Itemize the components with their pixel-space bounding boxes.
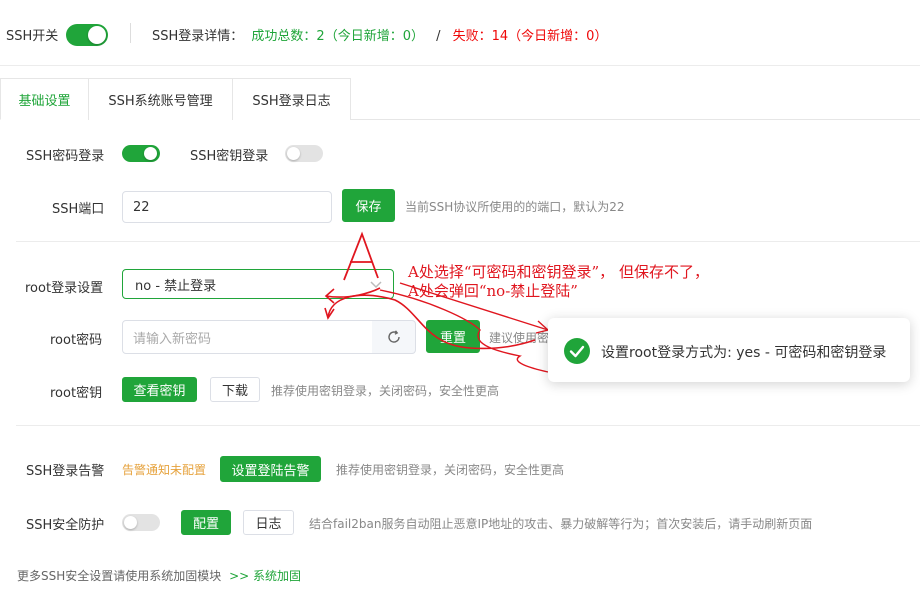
root-password-label: root密码 <box>50 333 103 348</box>
protect-config-button[interactable]: 配置 <box>181 510 231 535</box>
footer-arrow: >> <box>229 569 250 583</box>
tab-underline <box>350 119 920 120</box>
tab-basic-settings[interactable]: 基础设置 <box>0 78 89 120</box>
security-protect-toggle[interactable] <box>122 514 160 531</box>
save-port-button[interactable]: 保存 <box>342 189 395 222</box>
toast-message: 设置root登录方式为: yes - 可密码和密钥登录 <box>601 345 887 361</box>
detail-label: SSH登录详情： <box>152 29 244 44</box>
ssh-status-bar: SSH开关 SSH登录详情： 成功总数：2（今日新增：0） / 失败：14（今日… <box>0 0 920 66</box>
root-password-input[interactable]: 请输入新密码 <box>122 320 373 354</box>
success-count: 成功总数：2（今日新增：0） <box>251 29 424 44</box>
reset-password-button[interactable]: 重置 <box>426 320 480 353</box>
root-key-label: root密钥 <box>50 386 103 401</box>
ssh-login-detail: SSH登录详情： 成功总数：2（今日新增：0） / 失败：14（今日新增：0） <box>152 25 607 44</box>
alert-hint: 推荐使用密钥登录，关闭密码，安全性更高 <box>336 463 565 477</box>
login-alert-label: SSH登录告警 <box>26 464 105 479</box>
set-login-alert-button[interactable]: 设置登陆告警 <box>220 456 321 482</box>
view-key-button[interactable]: 查看密钥 <box>122 377 197 402</box>
annotation-line-1: A处选择“可密码和密钥登录”， 但保存不了， <box>408 263 709 281</box>
protect-hint: 结合fail2ban服务自动阻止恶意IP地址的攻击、暴力破解等行为；首次安装后，… <box>309 517 813 531</box>
protect-log-button[interactable]: 日志 <box>243 510 294 535</box>
tab-ssh-login-log[interactable]: SSH登录日志 <box>232 78 351 120</box>
key-login-label: SSH密钥登录 <box>190 149 269 164</box>
section-divider <box>16 425 920 426</box>
root-login-select[interactable]: no - 禁止登录 <box>122 269 394 299</box>
annotation-line-2: A处会弹回“no-禁止登陆” <box>408 282 578 300</box>
detail-separator: / <box>436 29 441 44</box>
ssh-switch-label: SSH开关 <box>6 29 59 44</box>
password-login-toggle[interactable] <box>122 145 160 162</box>
alert-not-configured: 告警通知未配置 <box>122 463 207 477</box>
check-circle-icon <box>564 338 590 364</box>
password-login-label: SSH密码登录 <box>26 149 105 164</box>
tab-ssh-accounts[interactable]: SSH系统账号管理 <box>88 78 233 120</box>
reset-hint: 建议使用密 <box>489 331 550 345</box>
download-key-button[interactable]: 下载 <box>210 377 260 402</box>
port-input[interactable]: 22 <box>122 191 332 223</box>
security-protect-label: SSH安全防护 <box>26 518 105 533</box>
refresh-icon <box>387 330 400 343</box>
section-divider <box>16 241 920 242</box>
port-label: SSH端口 <box>52 202 105 217</box>
ssh-switch-toggle[interactable] <box>66 24 108 46</box>
root-login-label: root登录设置 <box>25 281 104 296</box>
generate-password-button[interactable] <box>372 320 416 354</box>
fail-count: 失败：14（今日新增：0） <box>452 29 608 44</box>
port-hint: 当前SSH协议所使用的的端口，默认为22 <box>405 200 625 214</box>
chevron-down-icon <box>370 281 382 289</box>
system-hardening-link[interactable]: 系统加固 <box>253 569 301 583</box>
footer-note: 更多SSH安全设置请使用系统加固模块 >> 系统加固 <box>17 567 301 584</box>
success-toast: 设置root登录方式为: yes - 可密码和密钥登录 <box>548 318 910 382</box>
root-key-hint: 推荐使用密钥登录，关闭密码，安全性更高 <box>271 384 500 398</box>
footer-text: 更多SSH安全设置请使用系统加固模块 <box>17 569 222 583</box>
root-login-value: no - 禁止登录 <box>135 278 217 294</box>
key-login-toggle[interactable] <box>285 145 323 162</box>
divider <box>130 23 131 43</box>
